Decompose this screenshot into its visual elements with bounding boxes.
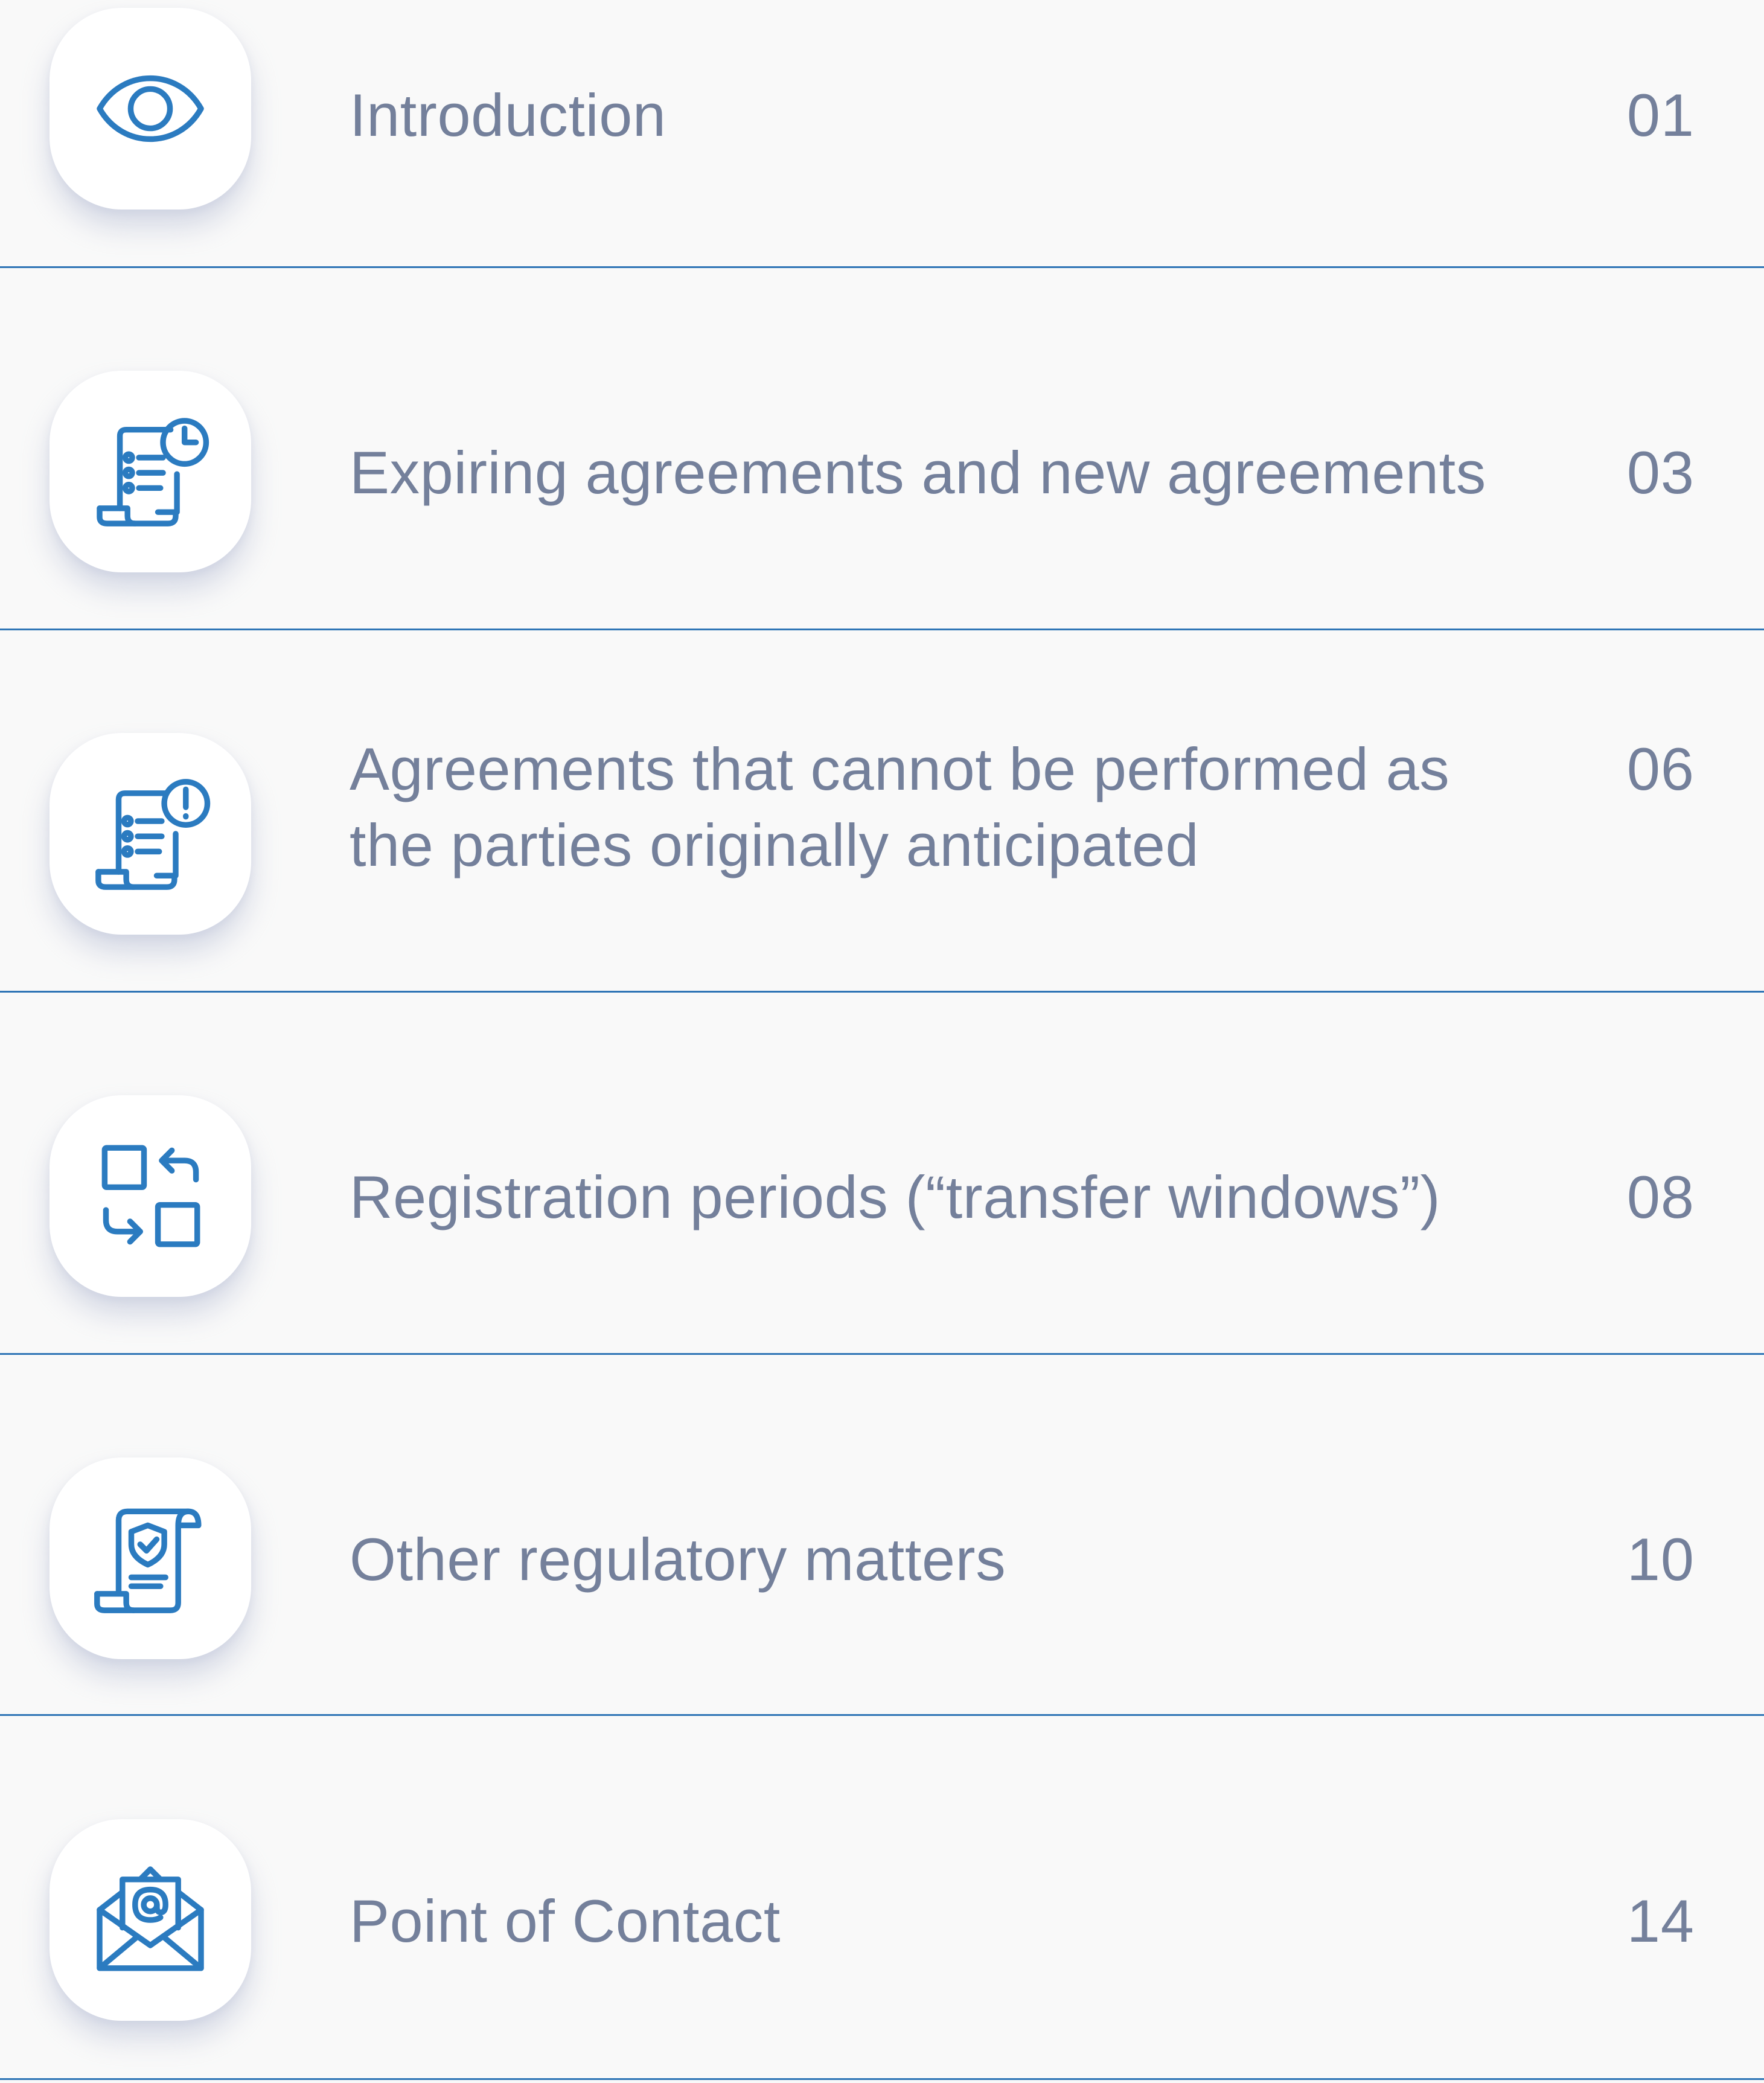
toc-item-title-line-2: the parties originally anticipated — [350, 811, 1200, 878]
document-alert-icon — [95, 779, 211, 890]
icon-tile — [50, 8, 251, 210]
toc-divider — [0, 2078, 1764, 2080]
toc-item-expiring-agreements[interactable]: Expiring agreements and new agreements 0… — [0, 268, 1764, 630]
toc-item-title: Registration periods (“transfer windows”… — [350, 1163, 1441, 1230]
toc-item-agreements-not-performed[interactable]: Agreements that cannot be performed as t… — [0, 630, 1764, 993]
toc-item-other-regulatory-matters[interactable]: Other regulatory matters 10 — [0, 1355, 1764, 1717]
transfer-squares-icon — [101, 1145, 200, 1247]
document-clock-icon — [97, 418, 209, 526]
toc-item-page-number: 06 — [1626, 735, 1695, 802]
icon-tile — [50, 371, 251, 572]
email-envelope-icon — [97, 1866, 204, 1971]
toc-item-title: Point of Contact — [350, 1887, 781, 1954]
toc-item-page-number: 01 — [1626, 82, 1695, 149]
toc-item-title-line-1: Agreements that cannot be performed as — [350, 735, 1450, 802]
toc-item-page-number: 14 — [1626, 1887, 1695, 1954]
toc-item-title: Agreements that cannot be performed as t… — [350, 731, 1557, 883]
table-of-contents: Introduction 01 Expiring agreements and … — [0, 0, 1764, 2083]
toc-item-page-number: 03 — [1626, 439, 1695, 506]
toc-item-registration-periods[interactable]: Registration periods (“transfer windows”… — [0, 993, 1764, 1355]
toc-item-page-number: 10 — [1626, 1526, 1695, 1593]
icon-tile — [50, 1819, 251, 2021]
icon-tile — [50, 1095, 251, 1297]
toc-item-title: Other regulatory matters — [350, 1526, 1006, 1593]
icon-tile — [50, 1457, 251, 1659]
eye-icon — [97, 75, 204, 142]
shield-document-icon — [94, 1508, 202, 1613]
toc-item-title: Introduction — [350, 82, 666, 149]
icon-tile — [50, 733, 251, 935]
toc-item-page-number: 08 — [1626, 1163, 1695, 1230]
toc-item-title: Expiring agreements and new agreements — [350, 439, 1486, 506]
toc-item-introduction[interactable]: Introduction 01 — [0, 0, 1764, 268]
toc-item-point-of-contact[interactable]: Point of Contact 14 — [0, 1716, 1764, 2081]
